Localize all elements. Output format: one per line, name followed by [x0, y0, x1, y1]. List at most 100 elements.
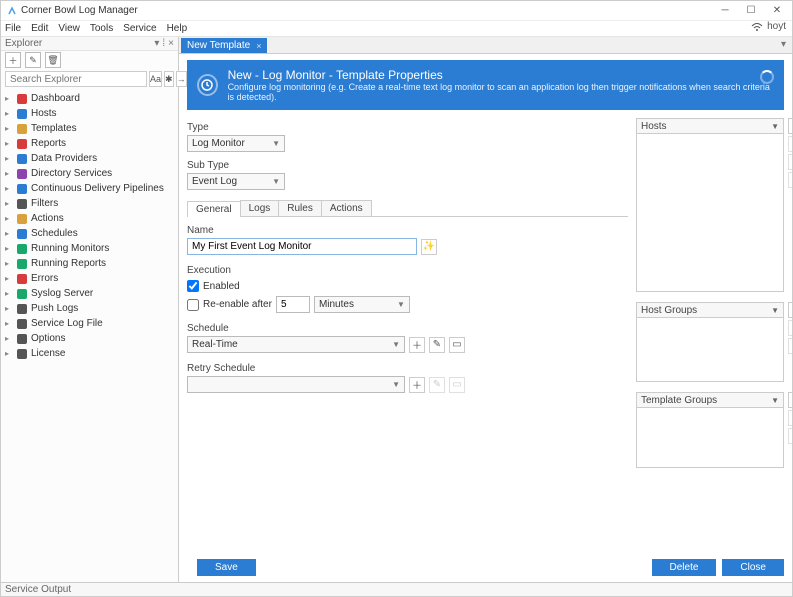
tree-item-data-providers[interactable]: ▸Data Providers: [1, 151, 178, 166]
tree-item-schedules[interactable]: ▸Schedules: [1, 226, 178, 241]
whole-word-button[interactable]: ✱: [164, 71, 174, 87]
hosts-remove-button[interactable]: ▭: [788, 154, 792, 170]
tree-item-directory-services[interactable]: ▸Directory Services: [1, 166, 178, 181]
schedule-remove-button[interactable]: ▭: [449, 337, 465, 353]
tree-item-running-reports[interactable]: ▸Running Reports: [1, 256, 178, 271]
explorer-search-row: Aa ✱ →: [1, 69, 178, 89]
subtype-select[interactable]: Event Log ▼: [187, 173, 285, 190]
tree-item-filters[interactable]: ▸Filters: [1, 196, 178, 211]
schedule-select[interactable]: Real-Time ▼: [187, 336, 405, 353]
host-groups-list[interactable]: [637, 318, 783, 381]
tab-strip-menu-icon[interactable]: ▾: [781, 39, 786, 50]
tab-rules[interactable]: Rules: [278, 200, 322, 216]
tree-item-push-logs[interactable]: ▸Push Logs: [1, 301, 178, 316]
tree-item-service-log-file[interactable]: ▸Service Log File: [1, 316, 178, 331]
tree-item-actions[interactable]: ▸Actions: [1, 211, 178, 226]
tree-item-label: Directory Services: [31, 168, 112, 179]
minimize-button[interactable]: ─: [712, 1, 738, 19]
schedule-add-button[interactable]: ＋: [409, 337, 425, 353]
tree-item-label: Data Providers: [31, 153, 97, 164]
tree-item-label: Filters: [31, 198, 58, 209]
host-groups-add-button[interactable]: ＋: [788, 302, 792, 318]
tree-item-dashboard[interactable]: ▸Dashboard: [1, 91, 178, 106]
add-button[interactable]: ＋: [5, 52, 21, 68]
tree-item-label: License: [31, 348, 65, 359]
tree-item-label: Actions: [31, 213, 64, 224]
tree-item-syslog-server[interactable]: ▸Syslog Server: [1, 286, 178, 301]
name-input[interactable]: [187, 238, 417, 255]
auto-name-button[interactable]: ✨: [421, 239, 437, 255]
tab-general[interactable]: General: [187, 201, 241, 217]
hosts-add-button[interactable]: ＋: [788, 118, 792, 134]
tree-item-hosts[interactable]: ▸Hosts: [1, 106, 178, 121]
hosts-list[interactable]: [637, 134, 783, 291]
tree-item-label: Running Reports: [31, 258, 106, 269]
panel-menu-icon[interactable]: ⁞: [162, 38, 165, 49]
menu-view[interactable]: View: [58, 23, 80, 34]
maximize-button[interactable]: ☐: [738, 1, 764, 19]
edit-button[interactable]: ✎: [25, 52, 41, 68]
reenable-checkbox-input[interactable]: [187, 299, 199, 311]
match-case-button[interactable]: Aa: [149, 71, 162, 87]
retry-edit-button[interactable]: ✎: [429, 377, 445, 393]
save-button[interactable]: Save: [197, 559, 256, 576]
tab-logs[interactable]: Logs: [240, 200, 280, 216]
enabled-checkbox-input[interactable]: [187, 280, 199, 292]
chevron-down-icon: ▼: [771, 306, 779, 315]
close-window-button[interactable]: ✕: [764, 1, 790, 19]
reenable-unit-select[interactable]: Minutes ▼: [314, 296, 410, 313]
tree-item-label: Push Logs: [31, 303, 78, 314]
chevron-down-icon: ▼: [392, 340, 400, 349]
template-groups-list[interactable]: [637, 408, 783, 467]
enabled-checkbox[interactable]: Enabled: [187, 278, 628, 294]
tree-icon: [17, 304, 27, 314]
chevron-right-icon: ▸: [5, 289, 13, 298]
menu-service[interactable]: Service: [123, 23, 156, 34]
menu-help[interactable]: Help: [167, 23, 188, 34]
tree-item-reports[interactable]: ▸Reports: [1, 136, 178, 151]
close-button[interactable]: Close: [722, 559, 784, 576]
template-groups-remove-button[interactable]: ▭: [788, 410, 792, 426]
menu-file[interactable]: File: [5, 23, 21, 34]
tab-actions[interactable]: Actions: [321, 200, 372, 216]
host-groups-remove-button[interactable]: ▭: [788, 320, 792, 336]
retry-add-button[interactable]: ＋: [409, 377, 425, 393]
tree-item-options[interactable]: ▸Options: [1, 331, 178, 346]
hosts-copy-button[interactable]: ⧉: [788, 172, 792, 188]
schedule-edit-button[interactable]: ✎: [429, 337, 445, 353]
retry-schedule-select[interactable]: ▼: [187, 376, 405, 393]
banner-icon: [197, 74, 218, 96]
delete-button[interactable]: 🗑: [45, 52, 61, 68]
tree-icon: [17, 259, 27, 269]
tree-item-running-monitors[interactable]: ▸Running Monitors: [1, 241, 178, 256]
menu-tools[interactable]: Tools: [90, 23, 113, 34]
tree-item-errors[interactable]: ▸Errors: [1, 271, 178, 286]
pin-icon[interactable]: ▾: [154, 38, 159, 49]
type-select[interactable]: Log Monitor ▼: [187, 135, 285, 152]
menu-edit[interactable]: Edit: [31, 23, 48, 34]
host-groups-header[interactable]: Host Groups ▼: [637, 303, 783, 318]
enabled-label: Enabled: [203, 281, 240, 292]
template-groups-panel: Template Groups ▼: [636, 392, 784, 468]
template-groups-header[interactable]: Template Groups ▼: [637, 393, 783, 408]
hosts-edit-button[interactable]: ✎: [788, 136, 792, 152]
reenable-value[interactable]: 5: [276, 296, 310, 313]
template-groups-copy-button[interactable]: ⧉: [788, 428, 792, 444]
name-label: Name: [187, 225, 628, 236]
tree-icon: [17, 154, 27, 164]
template-groups-add-button[interactable]: ＋: [788, 392, 792, 408]
retry-remove-button[interactable]: ▭: [449, 377, 465, 393]
document-tab-close-icon[interactable]: ×: [256, 41, 261, 51]
document-tab[interactable]: New Template ×: [181, 38, 267, 53]
window-title: Corner Bowl Log Manager: [21, 5, 138, 16]
tree-item-templates[interactable]: ▸Templates: [1, 121, 178, 136]
panel-close-icon[interactable]: ×: [168, 38, 174, 49]
delete-button[interactable]: Delete: [652, 559, 717, 576]
host-groups-copy-button[interactable]: ⧉: [788, 338, 792, 354]
hosts-header[interactable]: Hosts ▼: [637, 119, 783, 134]
tree-item-license[interactable]: ▸License: [1, 346, 178, 361]
explorer-search-input[interactable]: [5, 71, 147, 87]
tree-icon: [17, 334, 27, 344]
tree-item-continuous-delivery-pipelines[interactable]: ▸Continuous Delivery Pipelines: [1, 181, 178, 196]
reenable-checkbox[interactable]: Re-enable after: [187, 297, 272, 313]
